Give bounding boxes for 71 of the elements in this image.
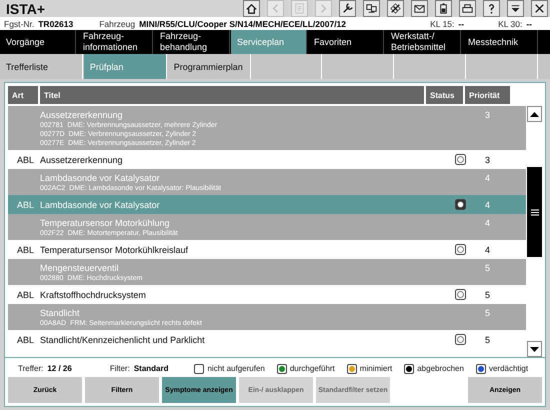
status-legend-icon: [404, 364, 414, 374]
group-title: Aussetzererkennung: [40, 109, 124, 121]
plug-icon[interactable]: [387, 0, 404, 17]
vehicle-value: MINI/R55/CLU/Cooper S/N14/MECH/ECE/LL/2007/12: [139, 18, 346, 28]
home-icon[interactable]: [243, 0, 260, 17]
status-icon: [455, 244, 466, 255]
title-cell-text: Standlicht/Kennzeichenlicht und Parklicht: [40, 334, 206, 344]
art-cell-text: ABL: [16, 154, 35, 164]
group-title: Lambdasonde vor Katalysator: [40, 172, 161, 184]
filter-label: Filter:: [110, 364, 130, 373]
status-icon: [455, 199, 466, 210]
priority-cell-text: 5: [484, 290, 492, 300]
kl15-value: --: [458, 18, 464, 28]
column-header: Titel: [40, 86, 424, 104]
vehicle-label: Fahrzeug: [99, 18, 136, 28]
priority-cell-text: 4: [484, 217, 492, 229]
screens-icon[interactable]: [363, 0, 380, 17]
scroll-up-icon[interactable]: [527, 106, 542, 122]
vin-value: TR02613: [38, 18, 74, 28]
title-cell-text: Temperatursensor Motorkühlkreislauf: [40, 244, 190, 254]
title-cell-text: Aussetzererkennung: [40, 154, 124, 164]
status-icon: [455, 154, 466, 165]
scrollbar[interactable]: [527, 106, 542, 357]
mail-icon[interactable]: [411, 0, 428, 17]
printer-icon[interactable]: [459, 0, 476, 17]
kl30-value: --: [526, 18, 532, 28]
status-legend-icon: [346, 364, 357, 374]
wrench-icon[interactable]: [339, 0, 356, 17]
group-title: Temperatursensor Motorkühlung: [40, 217, 171, 229]
status-icon: [455, 289, 466, 300]
art-cell-text: ABL: [16, 334, 35, 344]
group-title: Mengensteuerventil: [40, 262, 120, 274]
legend-label: nicht aufgerufen: [207, 364, 265, 373]
column-header: Priorität: [465, 86, 510, 104]
priority-cell-text: 5: [484, 307, 492, 319]
title-cell-text: Lambdasonde vor Katalysator: [40, 200, 161, 210]
battery-icon[interactable]: [435, 0, 452, 17]
vin-label: Fgst-Nr.: [4, 18, 34, 28]
status-legend-icon: [276, 364, 287, 374]
column-header: Art: [8, 86, 38, 104]
kl30-label: KL 30:: [498, 18, 522, 28]
legend-label: minimiert: [360, 364, 392, 373]
scroll-thumb[interactable]: [527, 167, 542, 257]
priority-cell-text: 5: [484, 262, 492, 274]
priority-cell-text: 4: [484, 200, 492, 210]
close-icon[interactable]: [531, 0, 548, 17]
filter-value: Standard: [134, 364, 168, 373]
hits-value: 12 / 26: [47, 364, 72, 373]
legend-label: abgebrochen: [417, 364, 464, 373]
help-icon[interactable]: [483, 0, 500, 17]
column-header: Status: [426, 86, 463, 104]
art-cell-text: ABL: [16, 290, 35, 300]
priority-cell-text: 4: [484, 172, 492, 184]
app-title: ISTA+: [6, 0, 46, 16]
group-title: Standlicht: [40, 307, 81, 319]
priority-cell-text: 3: [484, 154, 492, 164]
priority-cell-text: 3: [484, 109, 492, 121]
status-icon: [455, 334, 466, 345]
priority-cell-text: 4: [484, 244, 492, 254]
kl15-label: KL 15:: [430, 18, 454, 28]
dropdown-icon[interactable]: [507, 0, 524, 17]
scroll-down-icon[interactable]: [527, 341, 542, 357]
legend-label: durchgeführt: [290, 364, 335, 373]
status-legend-icon: [476, 364, 486, 374]
hits-label: Treffer:: [18, 364, 44, 373]
legend-label: verdächtigt: [488, 364, 528, 373]
art-cell-text: ABL: [16, 244, 35, 254]
priority-cell-text: 5: [484, 334, 492, 344]
art-cell-text: ABL: [16, 200, 35, 210]
title-cell-text: Kraftstoffhochdrucksystem: [40, 290, 147, 300]
status-legend-icon: [194, 364, 204, 374]
